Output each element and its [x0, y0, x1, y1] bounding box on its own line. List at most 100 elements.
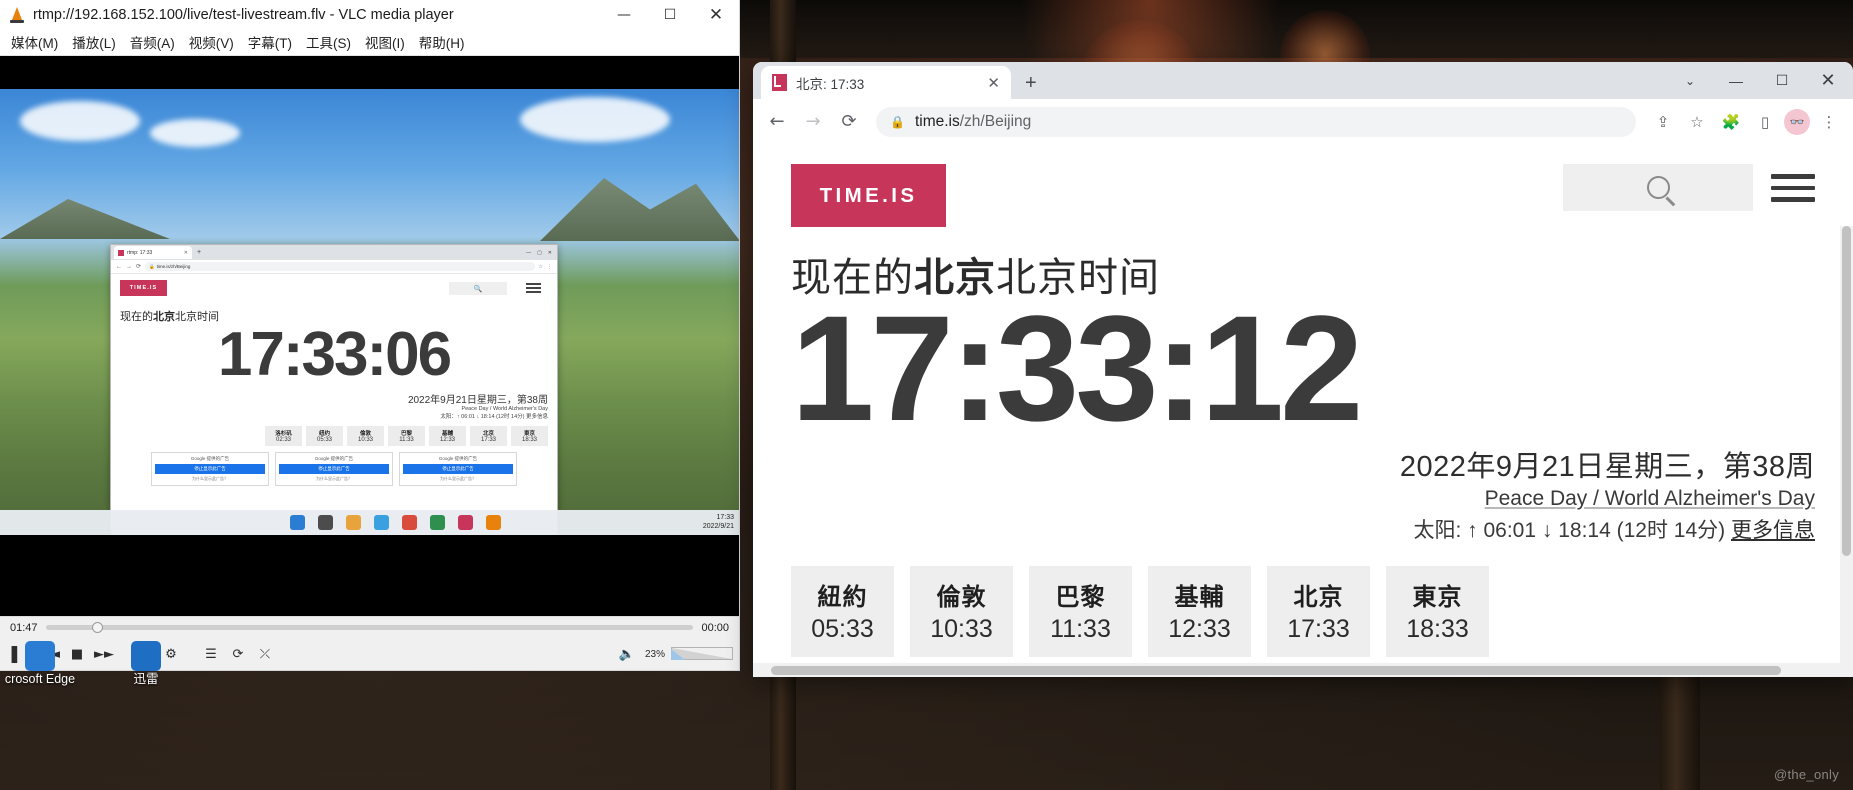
streamed-sun-info: 太阳：↑ 06:01 ↓ 18:14 (12时 14分) 更多信息: [440, 413, 548, 420]
vlc-titlebar[interactable]: rtmp://192.168.152.100/live/test-livestr…: [0, 0, 739, 29]
chrome-tabstrip[interactable]: 北京: 17:33 ✕ + ⌄ — ☐ ✕: [753, 62, 1853, 99]
close-icon[interactable]: ✕: [987, 74, 1000, 92]
city-name: 紐約: [817, 584, 868, 611]
streamed-city-item: 纽约 05:33: [306, 425, 343, 446]
streamed-ad-header: Google 提供的广告: [190, 455, 230, 461]
streamed-taskbar-icon: [402, 515, 417, 530]
chrome-maximize-button[interactable]: ☐: [1759, 62, 1805, 99]
vlc-menu-media[interactable]: 媒体(M): [4, 29, 65, 55]
scrollbar-thumb[interactable]: [1842, 226, 1851, 556]
city-clock-item[interactable]: 北京 17:33: [1267, 566, 1370, 657]
streamed-page-content: TIME.IS 🔍 现在的北京北京时间 17:33:06 2022年9月21日星…: [111, 274, 557, 535]
url-path: /zh/Beijing: [959, 112, 1032, 130]
streamed-star-icon: ☆: [538, 263, 543, 270]
vlc-menu-help[interactable]: 帮助(H): [412, 29, 472, 55]
streamed-site-logo: TIME.IS: [120, 280, 167, 296]
day-length: (12时 14分): [1616, 519, 1726, 542]
streamed-city-time: 11:33: [399, 436, 414, 443]
chrome-browser-window[interactable]: 北京: 17:33 ✕ + ⌄ — ☐ ✕ ← → ⟳ 🔒 time.is/zh…: [753, 62, 1853, 677]
vlc-menu-subtitle[interactable]: 字幕(T): [241, 29, 299, 55]
streamed-tabstrip: rtmp: 17:33 ✕ + — ▢ ✕: [111, 245, 557, 260]
sun-label: 太阳:: [1413, 519, 1462, 542]
streamed-heading-suffix: 北京时间: [175, 311, 219, 323]
city-name: 巴黎: [1055, 584, 1106, 611]
chrome-toolbar[interactable]: ← → ⟳ 🔒 time.is/zh/Beijing ⇪ ☆ 🧩 ▯ 👓 ⋮: [753, 99, 1853, 144]
bookmark-star-icon[interactable]: ☆: [1682, 107, 1712, 137]
streamed-city-time: 10:33: [357, 436, 373, 443]
new-tab-button[interactable]: +: [1025, 72, 1037, 99]
holiday-link[interactable]: Peace Day / World Alzheimer's Day: [1485, 487, 1815, 510]
vlc-menu-audio[interactable]: 音频(A): [123, 29, 182, 55]
city-name: 基輔: [1174, 584, 1225, 611]
streamed-window-controls: — ▢ ✕: [526, 250, 557, 256]
streamed-city-name: 纽约: [318, 430, 330, 437]
streamed-city-name: 北京: [482, 430, 494, 437]
os-task-thunder[interactable]: 迅雷: [110, 640, 182, 686]
os-taskbar-icons[interactable]: crosoft Edge 迅雷: [0, 614, 750, 686]
streamed-tab: rtmp: 17:33 ✕: [114, 246, 192, 259]
site-logo[interactable]: TIME.IS: [791, 164, 946, 227]
chrome-close-button[interactable]: ✕: [1805, 62, 1851, 99]
streamed-maximize-icon: ▢: [537, 249, 542, 256]
streamed-taskbar-icon: [346, 515, 361, 530]
hamburger-menu-icon[interactable]: [1771, 164, 1815, 209]
city-name: 倫敦: [936, 584, 987, 611]
vlc-menu-tools[interactable]: 工具(S): [299, 29, 358, 55]
chrome-tab-beijing[interactable]: 北京: 17:33 ✕: [761, 66, 1011, 99]
streamed-ad-header: Google 提供的广告: [314, 455, 354, 461]
vlc-maximize-button[interactable]: ☐: [647, 0, 693, 29]
vlc-window[interactable]: rtmp://192.168.152.100/live/test-livestr…: [0, 0, 740, 671]
share-icon[interactable]: ⇪: [1648, 107, 1678, 137]
streamed-city-item: 巴黎 11:33: [388, 425, 425, 446]
vlc-minimize-button[interactable]: —: [601, 0, 647, 29]
streamed-city-item: 東京 18:33: [511, 425, 548, 446]
city-clock-item[interactable]: 基輔 12:33: [1148, 566, 1251, 657]
chrome-minimize-button[interactable]: —: [1713, 62, 1759, 99]
vlc-menu-video[interactable]: 视频(V): [182, 29, 241, 55]
back-icon[interactable]: ←: [762, 107, 792, 137]
city-clock-item[interactable]: 倫敦 10:33: [910, 566, 1013, 657]
streamed-clock: 17:33:06: [217, 320, 452, 389]
chrome-toolbar-actions[interactable]: ⇪ ☆ 🧩 ▯ 👓 ⋮: [1648, 107, 1844, 137]
streamed-city-time: 05:33: [316, 436, 332, 443]
scrollbar-thumb[interactable]: [771, 666, 1781, 675]
search-input[interactable]: [1563, 164, 1753, 211]
streamed-taskbar-icon: [430, 515, 445, 530]
lock-icon[interactable]: 🔒: [890, 115, 905, 129]
streamed-ad-footer: 为什么显示此广告？: [440, 475, 476, 481]
streamed-city-item: 基輔 12:33: [429, 425, 466, 446]
extensions-puzzle-icon[interactable]: 🧩: [1716, 107, 1746, 137]
city-time: 11:33: [1050, 615, 1111, 643]
os-task-edge[interactable]: crosoft Edge: [4, 640, 76, 686]
vlc-menubar[interactable]: 媒体(M) 播放(L) 音频(A) 视频(V) 字幕(T) 工具(S) 视图(I…: [0, 29, 739, 56]
vlc-menu-view[interactable]: 视图(I): [358, 29, 412, 55]
streamed-tab-title: rtmp: 17:33: [127, 249, 153, 256]
vertical-scrollbar[interactable]: [1840, 226, 1853, 663]
city-clock-item[interactable]: 巴黎 11:33: [1029, 566, 1132, 657]
vlc-menu-playback[interactable]: 播放(L): [65, 29, 123, 55]
streamed-ad: Google 提供的广告 停止显示此广告 为什么显示此广告？: [399, 451, 517, 486]
more-info-link[interactable]: 更多信息: [1731, 519, 1815, 542]
reload-icon[interactable]: ⟳: [834, 107, 864, 137]
streamed-taskbar: 17:33 2022/9/21: [0, 510, 739, 535]
thunder-icon: [131, 640, 161, 671]
os-task-label: crosoft Edge: [4, 671, 76, 686]
side-panel-icon[interactable]: ▯: [1750, 107, 1780, 137]
chrome-menu-icon[interactable]: ⋮: [1814, 107, 1844, 137]
streamed-tab-favicon: [118, 249, 124, 256]
streamed-heading-prefix: 现在的: [120, 311, 153, 323]
vlc-video-surface[interactable]: rtmp: 17:33 ✕ + — ▢ ✕ ← → ⟳ 🔒 time.is/zh…: [0, 56, 739, 616]
streamed-minimize-icon: —: [526, 249, 532, 256]
profile-avatar[interactable]: 👓: [1784, 108, 1810, 135]
vlc-window-controls[interactable]: — ☐ ✕: [601, 0, 739, 29]
chrome-window-controls[interactable]: ⌄ — ☐ ✕: [1667, 62, 1853, 99]
address-bar[interactable]: 🔒 time.is/zh/Beijing: [876, 106, 1636, 137]
streamed-new-tab-icon: +: [197, 249, 202, 256]
city-clock-item[interactable]: 紐約 05:33: [791, 566, 894, 657]
forward-icon[interactable]: →: [798, 107, 828, 137]
horizontal-scrollbar[interactable]: [753, 663, 1853, 677]
chevron-down-icon[interactable]: ⌄: [1667, 62, 1713, 99]
city-clock-item[interactable]: 東京 18:33: [1386, 566, 1489, 657]
city-name: 東京: [1412, 584, 1463, 611]
vlc-close-button[interactable]: ✕: [693, 0, 739, 29]
